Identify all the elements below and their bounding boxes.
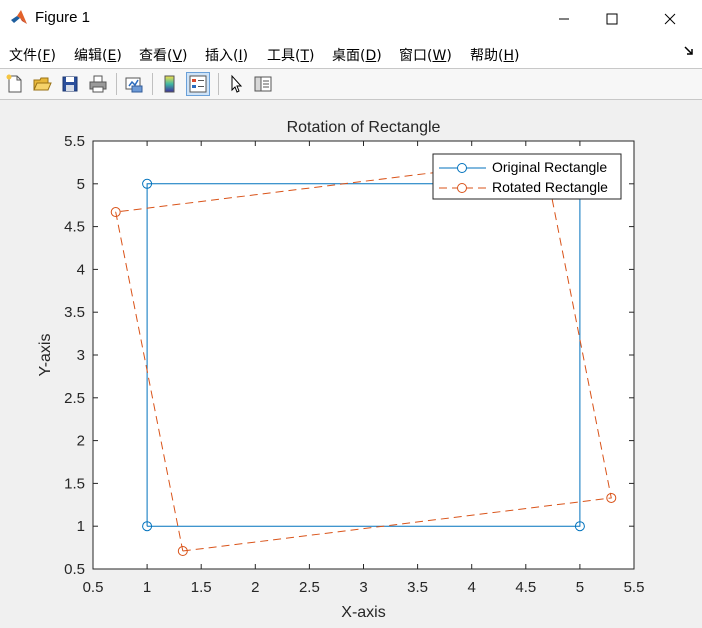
x-tick-label: 0.5 xyxy=(83,579,104,596)
y-tick-label: 2 xyxy=(77,433,85,450)
open-file-button[interactable] xyxy=(30,72,54,96)
dock-figure-icon[interactable] xyxy=(684,46,694,56)
x-tick-label: 4.5 xyxy=(515,579,536,596)
x-tick-label: 3 xyxy=(359,579,367,596)
menu-file[interactable]: 文件(F) xyxy=(9,45,56,65)
y-tick-label: 1 xyxy=(77,518,85,535)
print-button[interactable] xyxy=(86,72,110,96)
link-plot-button[interactable] xyxy=(122,72,146,96)
legend[interactable]: Original Rectangle Rotated Rectangle xyxy=(432,153,622,200)
figure-toolbar xyxy=(0,68,702,100)
legend-entry-original: Original Rectangle xyxy=(492,159,607,175)
minimize-button[interactable] xyxy=(541,0,587,38)
close-icon xyxy=(664,13,676,25)
print-icon xyxy=(89,75,107,93)
x-tick-label: 1.5 xyxy=(191,579,212,596)
legend-marker-sample xyxy=(457,183,467,193)
y-tick-label: 0.5 xyxy=(64,561,85,578)
x-tick-label: 2.5 xyxy=(299,579,320,596)
y-tick-label: 5 xyxy=(77,176,85,193)
x-tick-label: 3.5 xyxy=(407,579,428,596)
save-button[interactable] xyxy=(58,72,82,96)
minimize-icon xyxy=(559,18,569,20)
x-tick-label: 5.5 xyxy=(624,579,645,596)
x-tick-label: 2 xyxy=(251,579,259,596)
new-figure-icon xyxy=(6,74,22,93)
window-titlebar: Figure 1 xyxy=(0,0,702,38)
x-tick-label: 5 xyxy=(576,579,584,596)
menu-window[interactable]: 窗口(W) xyxy=(399,45,452,65)
maximize-button[interactable] xyxy=(589,0,635,38)
matlab-logo-icon xyxy=(11,10,27,24)
pointer-icon xyxy=(231,74,243,93)
maximize-icon xyxy=(606,13,618,25)
y-tick-label: 2.5 xyxy=(64,390,85,407)
y-tick-label: 4 xyxy=(77,261,85,278)
property-editor-button[interactable] xyxy=(251,72,275,96)
x-tick-label: 1 xyxy=(143,579,151,596)
plot-figure: 0.5 1 1.5 2 2.5 3 3.5 4 4.5 5 5.5 0.5 1 1.5 2 2.5 3 3.5 4 4… xyxy=(37,119,645,621)
y-tick-label: 5.5 xyxy=(64,133,85,150)
link-plot-icon xyxy=(125,77,143,93)
toolbar-separator xyxy=(152,73,153,95)
y-tick-label: 3.5 xyxy=(64,304,85,321)
window-title: Figure 1 xyxy=(35,9,91,26)
new-figure-button[interactable] xyxy=(3,72,27,96)
chart-title: Rotation of Rectangle xyxy=(287,119,441,136)
menu-tools[interactable]: 工具(T) xyxy=(267,45,315,65)
save-icon xyxy=(62,76,78,92)
figure-canvas[interactable]: 0.5 1 1.5 2 2.5 3 3.5 4 4.5 5 5.5 0.5 1 1.5 2 2.5 3 3.5 4 4… xyxy=(0,101,702,628)
menu-edit[interactable]: 编辑(E) xyxy=(74,45,122,65)
colorbar-icon xyxy=(164,75,175,93)
menu-insert[interactable]: 插入(I) xyxy=(205,45,248,65)
menu-desktop[interactable]: 桌面(D) xyxy=(332,45,382,65)
y-tick-label: 4.5 xyxy=(64,219,85,236)
legend-icon xyxy=(189,75,207,93)
x-tick-label: 4 xyxy=(468,579,476,596)
x-axis-label: X-axis xyxy=(341,604,385,621)
edit-plot-button[interactable] xyxy=(224,72,248,96)
insert-legend-button[interactable] xyxy=(186,72,210,96)
property-editor-icon xyxy=(254,76,272,92)
legend-entry-rotated: Rotated Rectangle xyxy=(492,179,608,195)
toolbar-separator xyxy=(116,73,117,95)
toolbar-separator xyxy=(218,73,219,95)
menu-bar: 文件(F) 编辑(E) 查看(V) 插入(I) 工具(T) 桌面(D) 窗口(W… xyxy=(0,38,702,68)
menu-view[interactable]: 查看(V) xyxy=(139,45,188,65)
legend-marker-sample xyxy=(457,163,467,173)
insert-colorbar-button[interactable] xyxy=(158,72,182,96)
menu-help[interactable]: 帮助(H) xyxy=(470,45,519,65)
y-tick-label: 1.5 xyxy=(64,475,85,492)
y-axis-label: Y-axis xyxy=(37,334,54,377)
y-tick-label: 3 xyxy=(77,347,85,364)
open-file-icon xyxy=(33,77,52,91)
close-button[interactable] xyxy=(647,0,693,38)
